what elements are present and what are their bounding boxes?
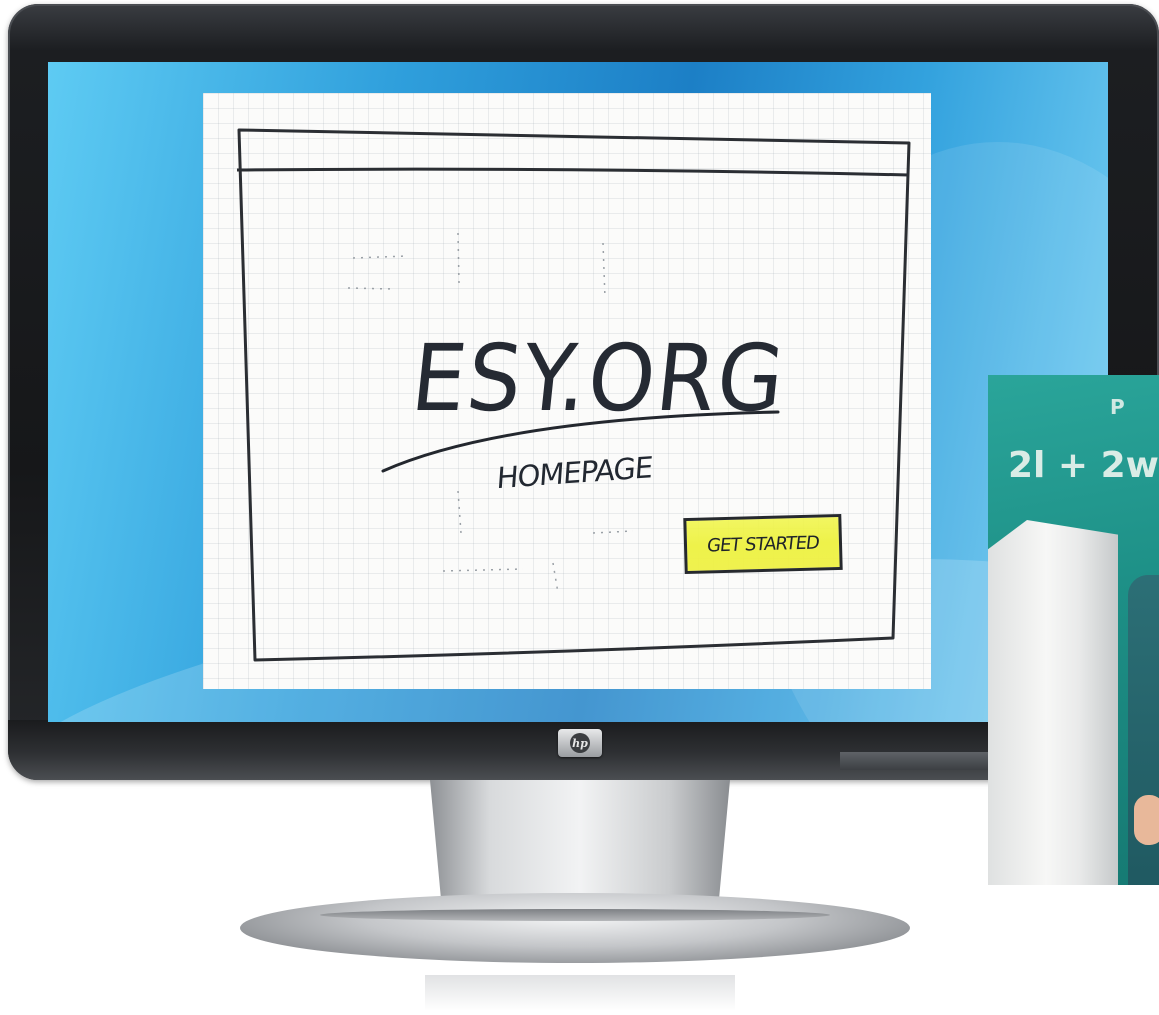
hp-logo-mark: hp — [570, 733, 590, 753]
get-started-button[interactable]: GET STARTED — [683, 513, 843, 575]
chalkboard-corner-text: P — [1110, 395, 1125, 419]
laptop-lid — [988, 520, 1118, 885]
monitor-reflection — [425, 975, 735, 1011]
person-hand — [1134, 795, 1159, 845]
pencil-marks-lower — [442, 490, 634, 594]
monitor-stand-neck — [430, 780, 730, 910]
monitor-stand-base — [240, 893, 910, 963]
site-logo-text: ESY.ORG — [406, 325, 791, 432]
browser-toolbar-line — [236, 167, 910, 177]
chalkboard-photo: P 2l + 2w — [988, 375, 1159, 885]
hp-logo-icon: hp — [558, 729, 602, 757]
wireframe-sketch: ESY.ORG HOMEPAGE GET STARTED — [203, 93, 931, 689]
monitor-stand-groove — [320, 909, 830, 921]
pencil-marks — [347, 232, 606, 299]
taskbar-strip — [840, 752, 990, 770]
get-started-label: GET STARTED — [705, 532, 821, 556]
stage: hp ESY.ORG HOMEPAGE GET STARTED P 2l + 2… — [0, 0, 1159, 1015]
chalkboard-formula: 2l + 2w — [1008, 445, 1159, 486]
